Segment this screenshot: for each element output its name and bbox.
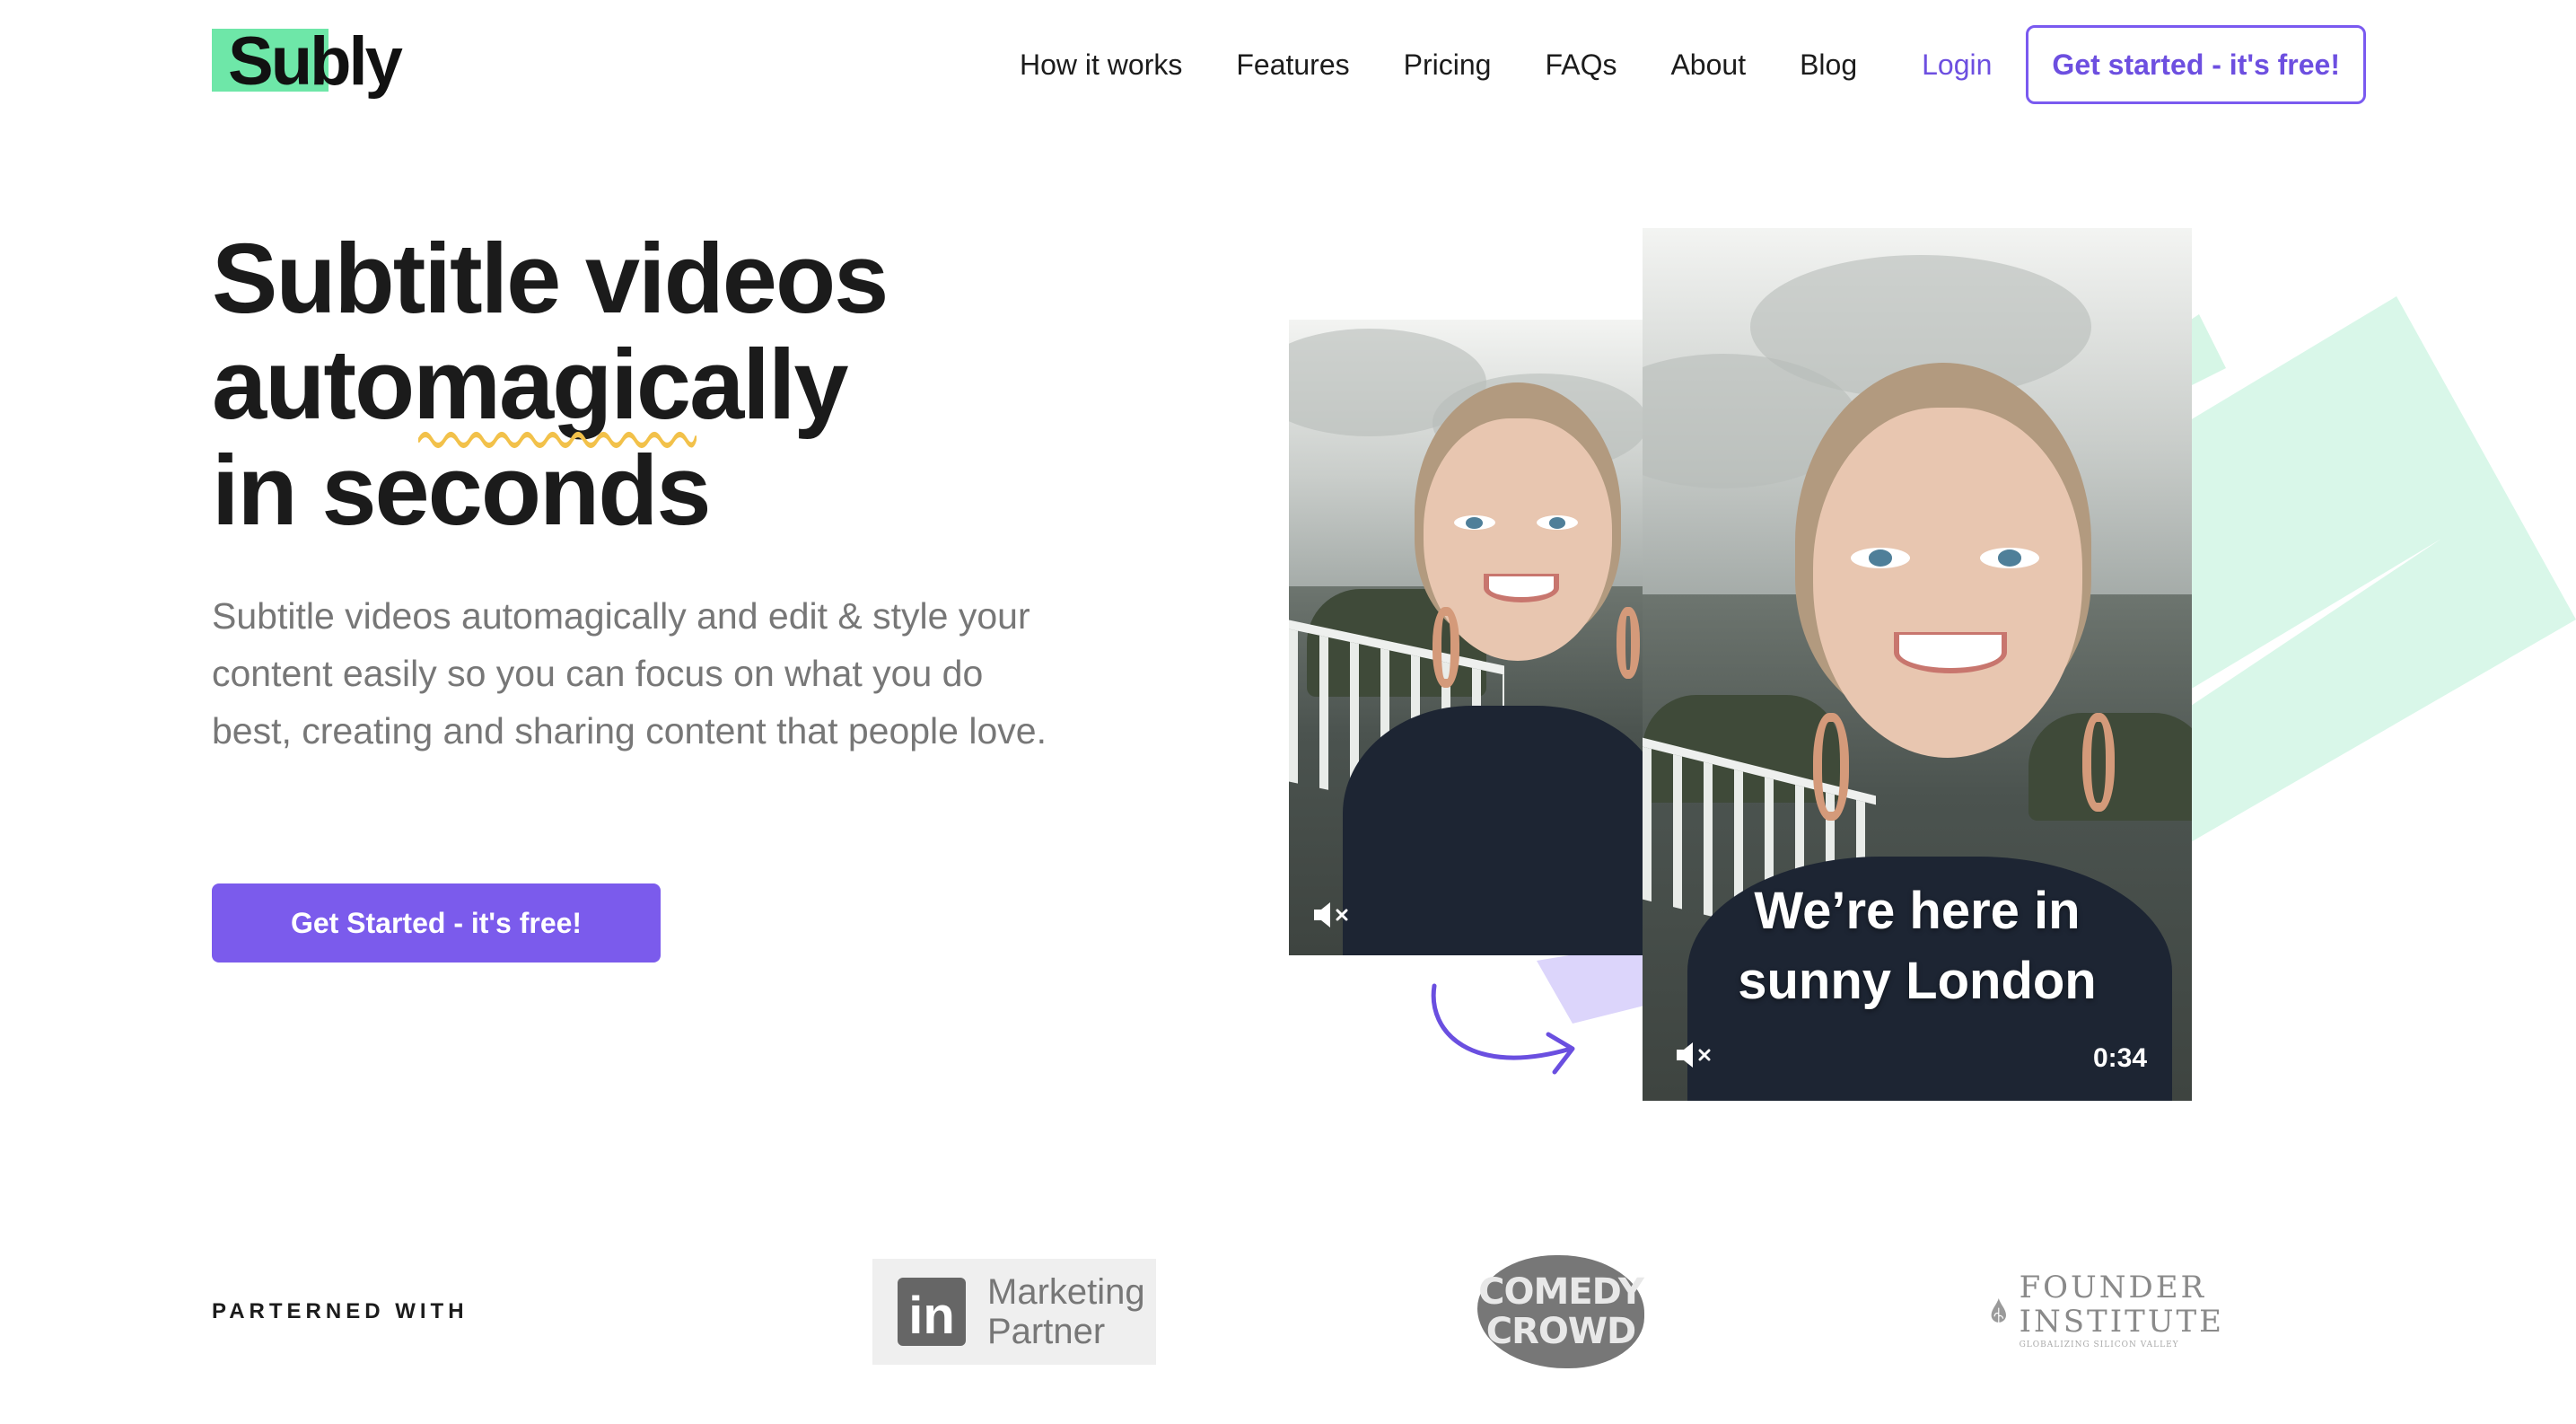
hero-title-line-2-text: automagically xyxy=(212,330,849,440)
partners-label: PARTERNED WITH xyxy=(212,1299,469,1323)
hero-title-line-2-wrap: automagically xyxy=(212,330,887,448)
green-decoration-shape xyxy=(2172,296,2576,853)
comedy-line-2: CROWD xyxy=(1485,1311,1636,1352)
linkedin-partner-text: Marketing Partner xyxy=(987,1272,1145,1351)
hero-description: Subtitle videos automagically and edit &… xyxy=(212,595,1047,752)
founder-tagline: GLOBALIZING SILICON VALLEY xyxy=(2019,1340,2179,1349)
curved-arrow-icon xyxy=(1431,983,1575,1075)
hero-title-line-2: automagically xyxy=(212,330,849,448)
nav-features[interactable]: Features xyxy=(1236,48,1349,82)
linkedin-icon: in xyxy=(898,1278,966,1346)
subtitle-line-1: We’re here in xyxy=(1754,882,2081,940)
login-link[interactable]: Login xyxy=(1922,48,1992,82)
header-get-started-button[interactable]: Get started - it's free! xyxy=(2026,25,2366,104)
nav-how-it-works[interactable]: How it works xyxy=(1020,48,1182,82)
comedy-line-1: COMEDY xyxy=(1478,1271,1644,1313)
founder-drop-icon xyxy=(1991,1297,2006,1324)
founder-line-1: FOUNDER xyxy=(2019,1270,2207,1305)
nav-faqs[interactable]: FAQs xyxy=(1545,48,1617,82)
logo-text: Subly xyxy=(228,23,403,100)
video-frame-original xyxy=(1289,320,1643,955)
comedy-crowd-text: COMEDY CROWD xyxy=(1478,1271,1644,1352)
nav-pricing[interactable]: Pricing xyxy=(1404,48,1492,82)
video-preview-original[interactable] xyxy=(1289,320,1643,955)
hero-get-started-button[interactable]: Get Started - it's free! xyxy=(212,883,661,963)
founder-institute-text: FOUNDER INSTITUTE GLOBALIZING SILICON VA… xyxy=(2020,1270,2224,1351)
hero-title-line-3: in seconds xyxy=(212,435,712,546)
video-preview-subtitled[interactable]: We’re here in sunny London 0:34 xyxy=(1643,228,2192,1101)
linkedin-marketing-partner-logo: in Marketing Partner xyxy=(872,1259,1156,1365)
hero-title-line-1: Subtitle videos xyxy=(212,224,889,334)
founder-institute-logo: FOUNDER INSTITUTE GLOBALIZING SILICON VA… xyxy=(1991,1266,2224,1356)
linkedin-line-2: Partner xyxy=(987,1312,1106,1351)
subly-logo[interactable]: Subly xyxy=(212,23,403,100)
comedy-crowd-logo: COMEDY CROWD xyxy=(1477,1255,1644,1368)
squiggle-underline xyxy=(418,432,697,448)
subtitle-caption: We’re here in sunny London xyxy=(1643,876,2192,1016)
mute-icon[interactable] xyxy=(1675,1040,1716,1070)
nav-blog[interactable]: Blog xyxy=(1800,48,1857,82)
nav-about[interactable]: About xyxy=(1670,48,1746,82)
subtitle-line-2: sunny London xyxy=(1738,952,2097,1010)
founder-line-2: INSTITUTE xyxy=(2019,1304,2224,1340)
mute-icon[interactable] xyxy=(1312,900,1354,930)
hero-title: Subtitle videos automagically in seconds xyxy=(212,224,889,546)
linkedin-line-1: Marketing xyxy=(987,1272,1145,1312)
video-duration: 0:34 xyxy=(2092,1043,2147,1073)
main-nav: How it works Features Pricing FAQs About… xyxy=(1020,25,2366,104)
